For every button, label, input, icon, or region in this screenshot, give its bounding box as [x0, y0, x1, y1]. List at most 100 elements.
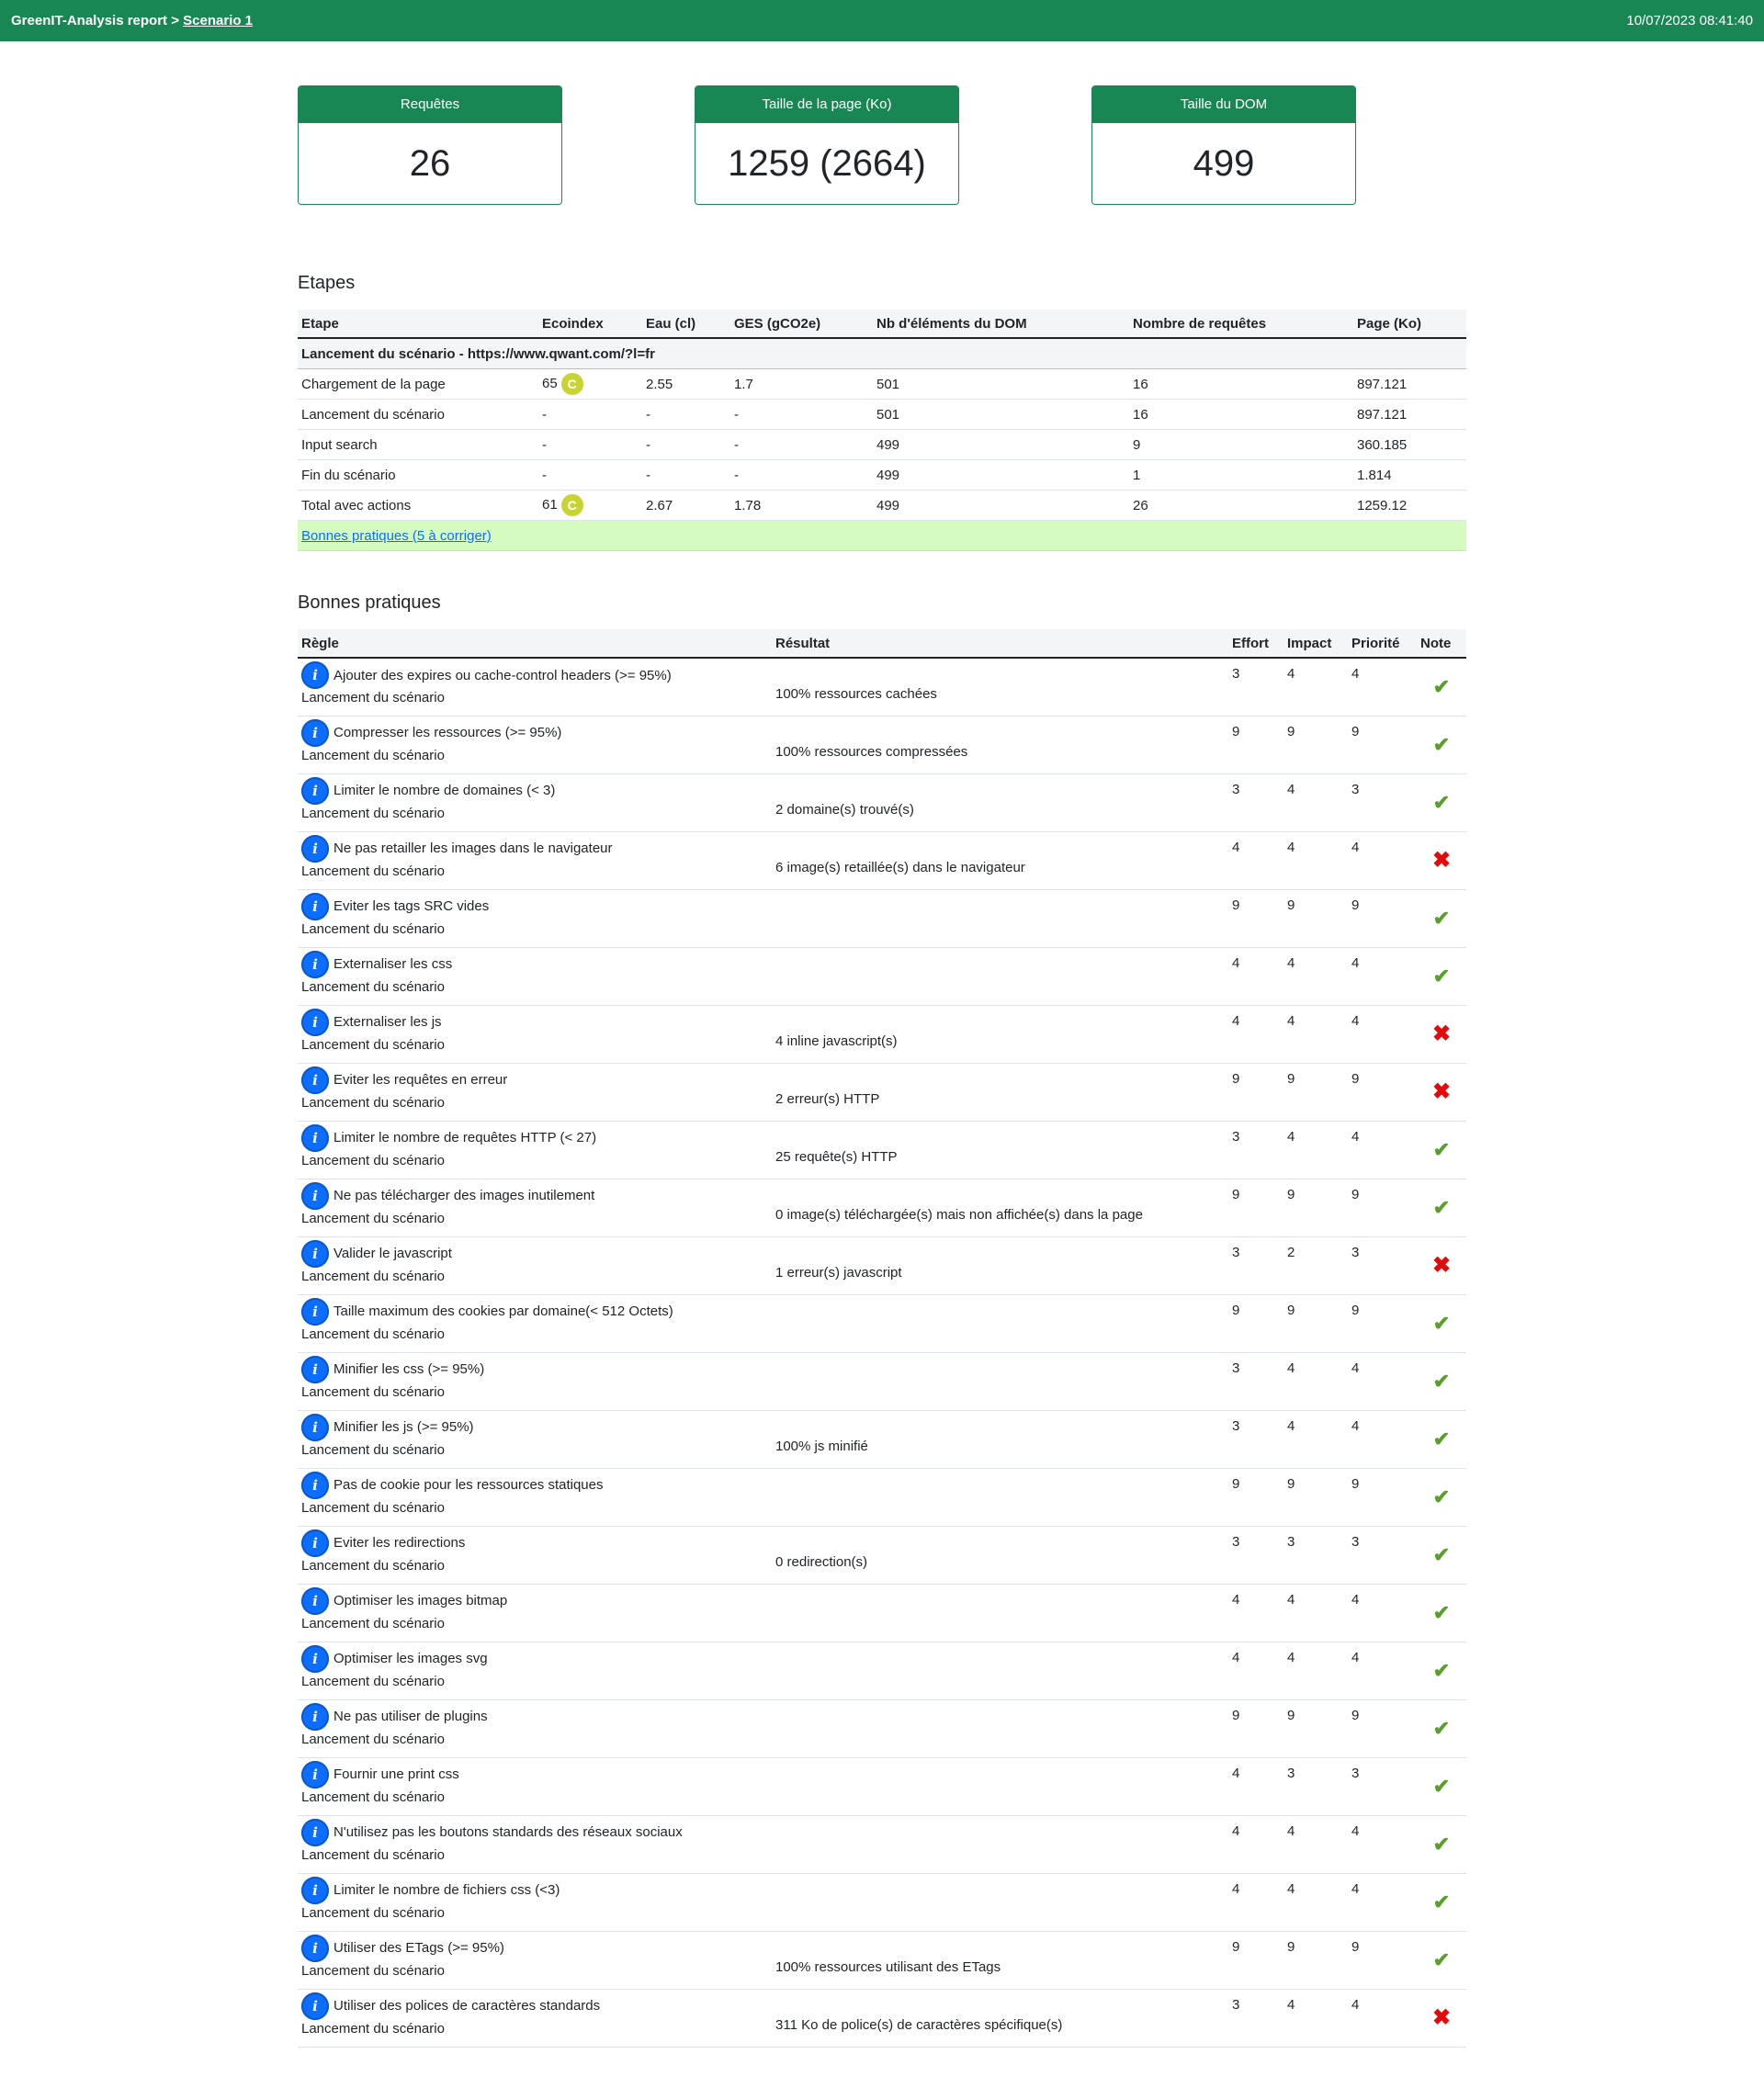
- practice-effort: 3: [1228, 1121, 1283, 1179]
- practice-priority: 3: [1348, 773, 1417, 832]
- practice-impact: 9: [1283, 1179, 1348, 1237]
- practice-effort: 9: [1228, 1931, 1283, 1990]
- practice-row: i Optimiser les images svg Lancement du sc…: [298, 1642, 1466, 1700]
- practice-result: [772, 1294, 1228, 1353]
- info-icon[interactable]: i: [301, 1702, 329, 1731]
- practice-priority: 4: [1348, 1352, 1417, 1411]
- practice-rule-label: Minifier les css (>= 95%): [334, 1361, 485, 1377]
- dom-size-card: Taille du DOM 499: [1091, 85, 1356, 205]
- practice-impact: 4: [1283, 947, 1348, 1006]
- info-icon[interactable]: i: [301, 1818, 329, 1846]
- info-icon[interactable]: i: [301, 1066, 329, 1094]
- practice-rule-label: Eviter les requêtes en erreur: [334, 1072, 508, 1088]
- info-icon[interactable]: i: [301, 661, 329, 689]
- practice-effort: 3: [1228, 1352, 1283, 1411]
- practice-effort: 9: [1228, 1179, 1283, 1237]
- practice-note-cell: ✖: [1417, 1236, 1466, 1295]
- info-icon[interactable]: i: [301, 950, 329, 978]
- info-icon[interactable]: i: [301, 718, 329, 747]
- practice-rule-label: Limiter le nombre de requêtes HTTP (< 27…: [334, 1130, 597, 1145]
- practice-step-label: Lancement du scénario: [301, 920, 445, 937]
- info-icon[interactable]: i: [301, 892, 329, 920]
- bp-header-row: Règle Résultat Effort Impact Priorité No…: [298, 629, 1466, 659]
- practice-rule-label: N'utilisez pas les boutons standards des…: [334, 1824, 683, 1840]
- practice-step-label: Lancement du scénario: [301, 1962, 445, 1979]
- practice-note-cell: ✔: [1417, 1815, 1466, 1874]
- practice-rule-cell: i Ajouter des expires ou cache-control he…: [298, 658, 772, 717]
- info-icon[interactable]: i: [301, 1586, 329, 1615]
- practice-impact: 4: [1283, 1642, 1348, 1700]
- practice-step-label: Lancement du scénario: [301, 1268, 445, 1284]
- info-icon[interactable]: i: [301, 1934, 329, 1962]
- practice-note-cell: ✔: [1417, 1179, 1466, 1237]
- etape-cell-etape: Total avec actions: [298, 490, 538, 521]
- etape-value: Lancement du scénario: [301, 406, 445, 423]
- info-icon[interactable]: i: [301, 1760, 329, 1789]
- practice-rule-cell: i Taille maximum des cookies par domaine(…: [298, 1294, 772, 1353]
- practice-impact: 4: [1283, 1873, 1348, 1932]
- practice-rule-line: i Compresser les ressources (>= 95%): [301, 718, 768, 747]
- scenario-group-row: Lancement du scénario - https://www.qwan…: [298, 338, 1466, 369]
- practice-step-label: Lancement du scénario: [301, 1904, 445, 1921]
- requetes-value: 26: [1133, 497, 1148, 513]
- info-icon[interactable]: i: [301, 1008, 329, 1036]
- practice-note-cell: ✖: [1417, 1063, 1466, 1122]
- practice-effort: 9: [1228, 1468, 1283, 1527]
- practice-rule-line: i Eviter les requêtes en erreur: [301, 1066, 768, 1094]
- info-icon[interactable]: i: [301, 1239, 329, 1268]
- practice-impact: 3: [1283, 1526, 1348, 1585]
- practice-rule-label: Externaliser les js: [334, 1014, 442, 1030]
- practice-impact: 4: [1283, 1005, 1348, 1064]
- col-resultat: Résultat: [772, 629, 1228, 659]
- info-icon[interactable]: i: [301, 1529, 329, 1557]
- report-title: GreenIT-Analysis report > Scenario 1: [11, 13, 253, 28]
- bonnes-pratiques-link[interactable]: Bonnes pratiques (5 à corriger): [301, 528, 492, 544]
- practice-rule-cell: i Fournir une print css Lancement du scéna…: [298, 1757, 772, 1816]
- practice-priority: 9: [1348, 1931, 1417, 1990]
- info-icon[interactable]: i: [301, 1181, 329, 1210]
- practice-result: [772, 1642, 1228, 1700]
- practice-step-label: Lancement du scénario: [301, 978, 445, 995]
- check-icon: ✔: [1432, 1195, 1451, 1219]
- eau-value: 2.55: [646, 376, 673, 392]
- check-icon: ✔: [1432, 1137, 1451, 1161]
- etape-cell-page: 897.121: [1353, 368, 1466, 400]
- col-priorite: Priorité: [1348, 629, 1417, 659]
- practice-row: i Utiliser des polices de caractères stan…: [298, 1989, 1466, 2048]
- practice-rule-label: Ne pas retailler les images dans le navi…: [334, 841, 613, 856]
- etape-cell-ecoindex: -: [538, 399, 642, 430]
- info-icon[interactable]: i: [301, 1123, 329, 1152]
- practice-row: i Limiter le nombre de fichiers css (<3) L…: [298, 1873, 1466, 1932]
- info-icon[interactable]: i: [301, 1876, 329, 1904]
- practice-rule-cell: i Ne pas retailler les images dans le nav…: [298, 831, 772, 890]
- info-icon[interactable]: i: [301, 1992, 329, 2020]
- practice-step-label: Lancement du scénario: [301, 2020, 445, 2037]
- requetes-value: 1: [1133, 467, 1141, 483]
- info-icon[interactable]: i: [301, 834, 329, 863]
- practice-rule-label: Externaliser les css: [334, 956, 453, 972]
- summary-cards: Requêtes 26 Taille de la page (Ko) 1259 …: [298, 85, 1356, 207]
- practice-rule-cell: i Eviter les requêtes en erreur Lancement …: [298, 1063, 772, 1122]
- practice-result: 0 image(s) téléchargée(s) mais non affic…: [772, 1179, 1228, 1237]
- practice-rule-cell: i Limiter le nombre de requêtes HTTP (< 2…: [298, 1121, 772, 1179]
- practice-result: [772, 1757, 1228, 1816]
- practice-row: i Eviter les tags SRC vides Lancement du s…: [298, 889, 1466, 948]
- etape-cell-etape: Lancement du scénario: [298, 399, 538, 430]
- info-icon[interactable]: i: [301, 776, 329, 805]
- practice-rule-line: i Optimiser les images svg: [301, 1644, 768, 1673]
- info-icon[interactable]: i: [301, 1644, 329, 1673]
- practice-priority: 3: [1348, 1526, 1417, 1585]
- info-icon[interactable]: i: [301, 1471, 329, 1499]
- etape-row: Input search - - - 499 9 360.185: [298, 429, 1466, 460]
- practice-rule-line: i Limiter le nombre de requêtes HTTP (< 2…: [301, 1123, 768, 1152]
- practice-rule-label: Eviter les tags SRC vides: [334, 898, 490, 914]
- practice-step-label: Lancement du scénario: [301, 1846, 445, 1863]
- info-icon[interactable]: i: [301, 1413, 329, 1441]
- info-icon[interactable]: i: [301, 1355, 329, 1383]
- cross-icon: ✖: [1431, 1253, 1452, 1278]
- check-icon: ✔: [1432, 674, 1451, 698]
- scenario-link[interactable]: Scenario 1: [183, 13, 253, 28]
- practice-priority: 4: [1348, 1584, 1417, 1642]
- col-note: Note: [1417, 629, 1466, 659]
- info-icon[interactable]: i: [301, 1297, 329, 1326]
